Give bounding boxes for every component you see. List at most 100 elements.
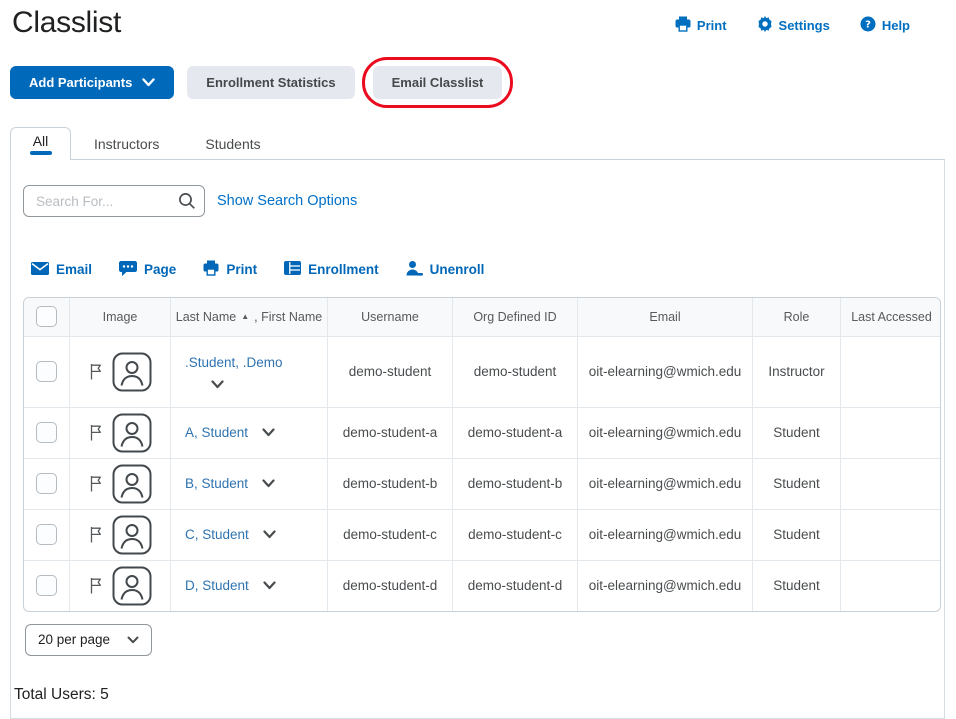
table-row: D, Student demo-student-d demo-student-d… [24, 560, 940, 611]
tab-instructors[interactable]: Instructors [71, 129, 182, 159]
per-page-select[interactable]: 20 per page [25, 624, 152, 656]
student-name-link[interactable]: B, Student [185, 476, 248, 491]
last-accessed-cell [840, 561, 941, 611]
tab-bar: All Instructors Students [10, 126, 956, 159]
page-action[interactable]: Page [119, 261, 176, 279]
search-icon[interactable] [178, 192, 196, 210]
person-minus-icon [406, 261, 423, 279]
enrollment-action[interactable]: Enrollment [284, 261, 379, 278]
total-users-text: Total Users: 5 [14, 686, 944, 704]
email-action[interactable]: Email [31, 262, 92, 278]
row-checkbox[interactable] [36, 473, 57, 494]
username-cell: demo-student-c [327, 510, 452, 560]
email-cell: oit-elearning@wmich.edu [577, 337, 752, 407]
active-tab-indicator [30, 151, 52, 156]
tab-all[interactable]: All [10, 127, 71, 160]
tab-students[interactable]: Students [182, 129, 283, 159]
last-accessed-cell [840, 510, 941, 560]
chevron-down-icon[interactable] [262, 428, 275, 437]
last-accessed-cell [840, 459, 941, 509]
org-id-cell: demo-student-a [452, 408, 577, 458]
flag-icon[interactable] [89, 577, 103, 594]
student-name-link[interactable]: A, Student [185, 425, 248, 440]
header-actions: Print Settings ? Help [675, 16, 910, 35]
role-cell: Instructor [752, 337, 840, 407]
row-checkbox[interactable] [36, 422, 57, 443]
chevron-down-icon[interactable] [263, 530, 276, 539]
last-accessed-cell [840, 408, 941, 458]
header-last-name-label: Last Name [176, 310, 236, 324]
svg-text:?: ? [865, 20, 871, 31]
print-action-label: Print [226, 263, 257, 277]
role-cell: Student [752, 561, 840, 611]
help-icon: ? [860, 16, 876, 35]
toolbar: Add Participants Enrollment Statistics E… [10, 66, 956, 99]
enrollment-statistics-button[interactable]: Enrollment Statistics [187, 66, 354, 99]
role-cell: Student [752, 459, 840, 509]
username-cell: demo-student-b [327, 459, 452, 509]
student-name-link[interactable]: .Student, .Demo [185, 355, 283, 370]
chevron-down-icon[interactable] [262, 479, 275, 488]
unenroll-action-label: Unenroll [430, 263, 485, 277]
role-cell: Student [752, 510, 840, 560]
email-cell: oit-elearning@wmich.edu [577, 459, 752, 509]
header-image: Image [69, 298, 170, 336]
action-bar: Email Page Print Enrollment Unenroll [31, 260, 944, 279]
header-role: Role [752, 298, 840, 336]
print-action[interactable]: Print [203, 260, 257, 279]
table-grid-icon [284, 261, 301, 278]
header-first-name-label: , First Name [254, 310, 322, 324]
print-label: Print [697, 18, 727, 33]
table-row: A, Student demo-student-a demo-student-a… [24, 407, 940, 458]
flag-icon[interactable] [89, 363, 103, 380]
row-checkbox[interactable] [36, 361, 57, 382]
flag-icon[interactable] [89, 526, 103, 543]
chevron-down-icon[interactable] [263, 581, 276, 590]
unenroll-action[interactable]: Unenroll [406, 261, 485, 279]
student-name-link[interactable]: D, Student [185, 578, 249, 593]
row-checkbox[interactable] [36, 524, 57, 545]
username-cell: demo-student-a [327, 408, 452, 458]
table-row: C, Student demo-student-c demo-student-c… [24, 509, 940, 560]
page-action-label: Page [144, 263, 176, 277]
classlist-table: Image Last Name ▲ , First Name Username … [23, 297, 941, 612]
avatar-placeholder-icon [112, 352, 152, 392]
email-action-label: Email [56, 263, 92, 277]
header-email: Email [577, 298, 752, 336]
chevron-down-icon[interactable] [211, 380, 224, 389]
sort-by-name-control[interactable]: Last Name ▲ , First Name [176, 310, 322, 324]
show-search-options-link[interactable]: Show Search Options [217, 193, 357, 209]
header-last-accessed: Last Accessed [840, 298, 941, 336]
table-header-row: Image Last Name ▲ , First Name Username … [24, 298, 940, 336]
sort-ascending-icon: ▲ [241, 312, 249, 321]
email-classlist-button[interactable]: Email Classlist [373, 66, 503, 99]
add-participants-button[interactable]: Add Participants [10, 66, 174, 99]
email-cell: oit-elearning@wmich.edu [577, 510, 752, 560]
printer-icon [675, 16, 691, 35]
email-cell: oit-elearning@wmich.edu [577, 561, 752, 611]
avatar-placeholder-icon [112, 566, 152, 606]
add-participants-label: Add Participants [29, 75, 132, 90]
per-page-value: 20 per page [38, 632, 110, 647]
student-name-link[interactable]: C, Student [185, 527, 249, 542]
flag-icon[interactable] [89, 424, 103, 441]
print-link[interactable]: Print [675, 16, 727, 35]
org-id-cell: demo-student-c [452, 510, 577, 560]
classlist-panel: Show Search Options Email Page Print Enr… [10, 159, 945, 719]
username-cell: demo-student [327, 337, 452, 407]
select-all-checkbox[interactable] [36, 306, 57, 327]
chevron-down-icon [142, 75, 155, 90]
header-org-defined-id: Org Defined ID [452, 298, 577, 336]
enrollment-statistics-label: Enrollment Statistics [206, 75, 335, 90]
table-row: B, Student demo-student-b demo-student-b… [24, 458, 940, 509]
email-classlist-label: Email Classlist [392, 75, 484, 90]
avatar-placeholder-icon [112, 413, 152, 453]
role-cell: Student [752, 408, 840, 458]
settings-link[interactable]: Settings [757, 16, 830, 35]
avatar-placeholder-icon [112, 464, 152, 504]
last-accessed-cell [840, 337, 941, 407]
row-checkbox[interactable] [36, 575, 57, 596]
flag-icon[interactable] [89, 475, 103, 492]
help-link[interactable]: ? Help [860, 16, 910, 35]
org-id-cell: demo-student-b [452, 459, 577, 509]
